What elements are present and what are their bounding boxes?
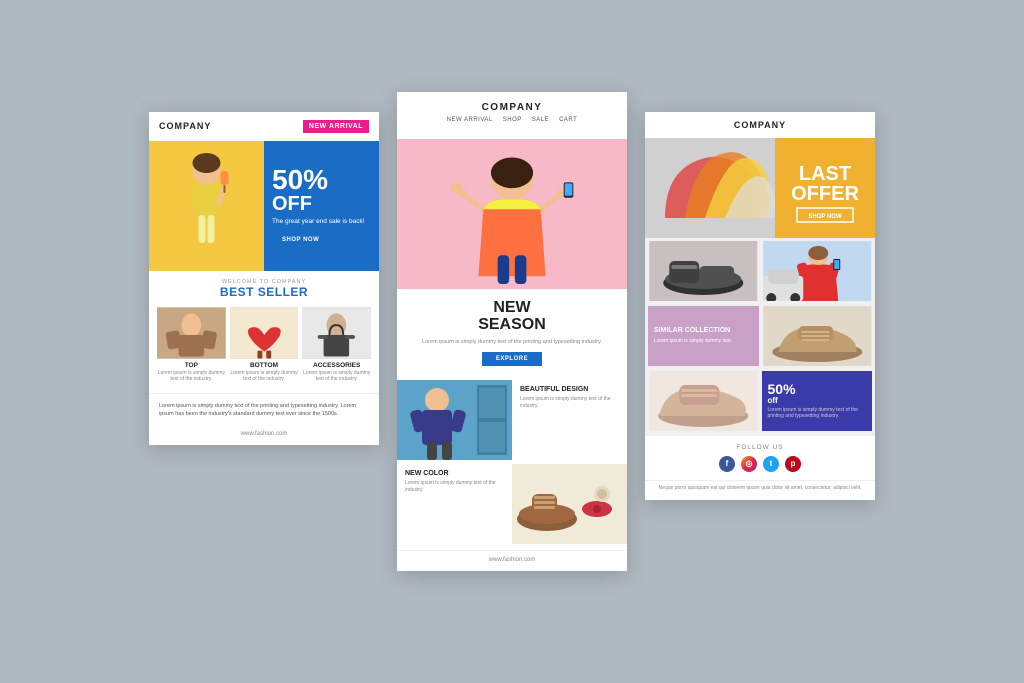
card2-new-season-desc: Lorem ipsum is simply dummy text of the … bbox=[412, 338, 612, 346]
card1-discount: 50% bbox=[272, 166, 371, 194]
card1-product-bottom-desc: Lorem ipsum is simply dummy text of the … bbox=[230, 370, 299, 383]
card2-nav: NEW ARRIVAL SHOP SALE CART bbox=[407, 113, 617, 129]
card1-footer-text: Lorem ipsum is simply dummy text of the … bbox=[149, 393, 379, 427]
feature-2-illustration bbox=[512, 464, 627, 544]
card3-discount-desc: Lorem ipsum is simply dummy text of the … bbox=[768, 407, 867, 420]
card2-feature-1-title: BEAUTIFUL DESIGN bbox=[520, 386, 619, 393]
card2-explore-button[interactable]: EXPLORE bbox=[482, 352, 542, 366]
card1-section-title: WELCOME TO COMPANY BEST SELLER bbox=[149, 271, 379, 301]
card3-follow-section: FOLLOW US f ◎ t p bbox=[645, 436, 875, 476]
card1-footer-url: www.fashion.com bbox=[149, 426, 379, 445]
card1-hero-image bbox=[149, 141, 264, 271]
card3-cell-sneaker bbox=[762, 306, 873, 368]
instagram-icon[interactable]: ◎ bbox=[741, 456, 757, 472]
card3-company-name: COMPANY bbox=[655, 120, 865, 130]
card2-feature-1-image bbox=[397, 380, 512, 460]
card3-discount-box: 50% off Lorem ipsum is simply dummy text… bbox=[762, 371, 873, 431]
feature-1-illustration bbox=[397, 380, 512, 460]
card2-header: COMPANY NEW ARRIVAL SHOP SALE CART bbox=[397, 92, 627, 139]
card1-product-accessories-image bbox=[302, 307, 371, 359]
card2-hero-image bbox=[397, 139, 627, 289]
card3-header: COMPANY bbox=[645, 112, 875, 138]
pinterest-icon[interactable]: p bbox=[785, 456, 801, 472]
card3-cell-shoes bbox=[648, 241, 759, 303]
facebook-icon[interactable]: f bbox=[719, 456, 735, 472]
card3-similar-collection-desc: Lorem ipsum is simply dummy text. bbox=[654, 338, 753, 345]
card3-discount-percent: 50% bbox=[768, 382, 867, 396]
girl-pink-illustration bbox=[397, 139, 627, 289]
card2-new-season-section: NEWSEASON Lorem ipsum is simply dummy te… bbox=[397, 289, 627, 374]
card2-feature-2-desc: Lorem ipsum is simply dummy text of the … bbox=[405, 480, 504, 494]
card1-product-top-label: TOP bbox=[157, 362, 226, 369]
twitter-icon[interactable]: t bbox=[763, 456, 779, 472]
nav-sale[interactable]: SALE bbox=[532, 117, 549, 123]
card2-feature-1-text: BEAUTIFUL DESIGN Lorem ipsum is simply d… bbox=[512, 380, 627, 460]
accessories-product-illustration bbox=[302, 307, 371, 359]
card1-product-top-image bbox=[157, 307, 226, 359]
card1-shop-now-button[interactable]: SHOP NOW bbox=[272, 234, 329, 246]
card1-product-top: TOP Lorem ipsum is simply dummy text of … bbox=[157, 307, 226, 383]
card1-off: OFF bbox=[272, 194, 371, 214]
card3-hero-section: LAST OFFER SHOP NOW bbox=[645, 138, 875, 238]
card2-feature-2-text: NEW COLOR Lorem ipsum is simply dummy te… bbox=[397, 464, 512, 544]
card3-shoes-image bbox=[648, 241, 759, 301]
card1-product-accessories-desc: Lorem ipsum is simply dummy text of the … bbox=[302, 370, 371, 383]
email-card-1: COMPANY NEW ARRIVAL bbox=[149, 112, 379, 446]
girl-yellow-illustration bbox=[149, 141, 264, 271]
card3-similar-collection-title: SIMILAR COLLECTION bbox=[654, 327, 753, 335]
card3-social-icons: f ◎ t p bbox=[645, 456, 875, 472]
nav-cart[interactable]: CART bbox=[559, 117, 577, 123]
card2-feature-1-desc: Lorem ipsum is simply dummy text of the … bbox=[520, 396, 619, 410]
card1-product-bottom-label: BOTTOM bbox=[230, 362, 299, 369]
email-templates-container: COMPANY NEW ARRIVAL bbox=[149, 112, 875, 571]
card3-discount-off: off bbox=[768, 396, 867, 405]
card3-follow-title: FOLLOW US bbox=[645, 444, 875, 451]
nav-shop[interactable]: SHOP bbox=[503, 117, 522, 123]
card3-footer-text: Neque porro quisquam est qui dolorem ips… bbox=[645, 480, 875, 501]
svg-text:OFFER: OFFER bbox=[791, 183, 859, 205]
card1-best-seller-title: BEST SELLER bbox=[149, 285, 379, 299]
bottom-product-illustration bbox=[230, 307, 299, 359]
card2-new-season-title: NEWSEASON bbox=[412, 299, 612, 334]
card1-company-name: COMPANY bbox=[159, 121, 211, 131]
card2-feature-1: BEAUTIFUL DESIGN Lorem ipsum is simply d… bbox=[397, 380, 627, 460]
card2-feature-2: NEW COLOR Lorem ipsum is simply dummy te… bbox=[397, 464, 627, 544]
card3-cell-sneaker2 bbox=[648, 371, 759, 433]
card1-products-row: TOP Lorem ipsum is simply dummy text of … bbox=[149, 301, 379, 389]
card1-header: COMPANY NEW ARRIVAL bbox=[149, 112, 379, 141]
svg-text:SHOP NOW: SHOP NOW bbox=[808, 214, 842, 220]
card3-sneaker-image bbox=[762, 306, 873, 366]
card3-similar-collection: SIMILAR COLLECTION Lorem ipsum is simply… bbox=[648, 306, 759, 366]
card3-hero-illustration: LAST OFFER SHOP NOW bbox=[645, 138, 875, 238]
email-card-3: COMPANY LAST OFFER SHOP NOW bbox=[645, 112, 875, 501]
card2-feature-2-image bbox=[512, 464, 627, 544]
top-product-illustration bbox=[157, 307, 226, 359]
card2-company-name: COMPANY bbox=[407, 102, 617, 113]
card2-footer-url: www.fashion.com bbox=[397, 550, 627, 571]
card3-product-grid: SIMILAR COLLECTION Lorem ipsum is simply… bbox=[645, 238, 875, 436]
card1-product-accessories-label: ACCESSORIES bbox=[302, 362, 371, 369]
card1-product-bottom: BOTTOM Lorem ipsum is simply dummy text … bbox=[230, 307, 299, 383]
card3-cell-girl bbox=[762, 241, 873, 303]
card1-tagline: The great year end sale is back! bbox=[272, 218, 371, 226]
email-card-2: COMPANY NEW ARRIVAL SHOP SALE CART bbox=[397, 92, 627, 571]
nav-new-arrival[interactable]: NEW ARRIVAL bbox=[447, 117, 493, 123]
card1-product-bottom-image bbox=[230, 307, 299, 359]
card1-product-top-desc: Lorem ipsum is simply dummy text of the … bbox=[157, 370, 226, 383]
card3-girl-image bbox=[762, 241, 873, 301]
card1-product-accessories: ACCESSORIES Lorem ipsum is simply dummy … bbox=[302, 307, 371, 383]
svg-text:LAST: LAST bbox=[799, 163, 851, 185]
card3-sneaker2-image bbox=[648, 371, 759, 431]
card2-feature-2-title: NEW COLOR bbox=[405, 470, 504, 477]
card1-new-arrival-badge: NEW ARRIVAL bbox=[303, 120, 369, 133]
card1-hero: 50% OFF The great year end sale is back!… bbox=[149, 141, 379, 271]
card1-hero-content: 50% OFF The great year end sale is back!… bbox=[264, 141, 379, 271]
